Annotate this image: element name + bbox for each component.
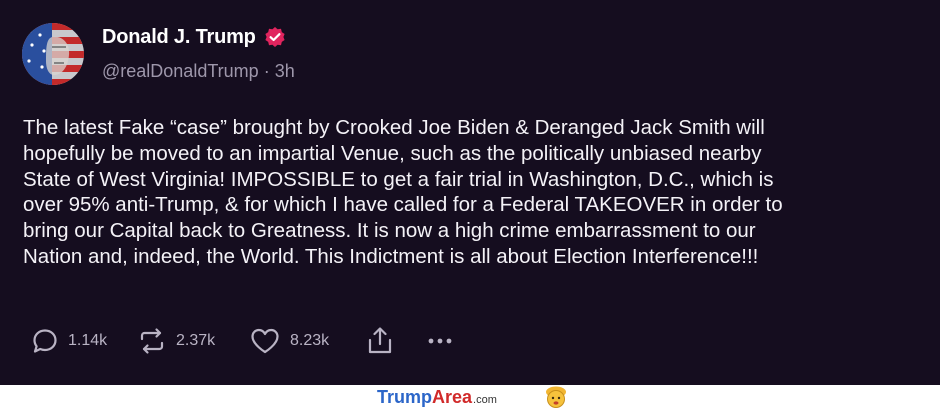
author-avatar[interactable]: [22, 23, 84, 85]
flag-portrait-icon: [22, 23, 84, 85]
post-body-line: The latest Fake “case” brought by Crooke…: [23, 116, 765, 139]
post-body-line: over 95% anti-Trump, & for which I have …: [23, 193, 783, 217]
reply-count: 1.14k: [68, 332, 108, 349]
share-icon: [368, 327, 392, 354]
like-count: 8.23k: [290, 332, 330, 349]
heart-icon: [251, 328, 279, 354]
reply-button[interactable]: 1.14k: [31, 326, 107, 356]
meta-separator: ·: [263, 61, 270, 81]
post-body: The latest Fake “case” brought by Crooke…: [23, 115, 923, 270]
post-body-line: hopefully be moved to an impartial Venue…: [23, 141, 762, 165]
post-body-line: State of West Virginia! IMPOSSIBLE to ge…: [23, 167, 774, 191]
watermark-brand: Trump Area .com: [377, 387, 497, 407]
like-button[interactable]: 8.23k: [249, 326, 329, 356]
share-button[interactable]: [366, 326, 394, 356]
post-card: Donald J. Trump @realDonaldTrump · 3h Th…: [0, 0, 940, 385]
mascot-face-icon: [544, 385, 568, 409]
watermark-brand-area: Area: [432, 387, 473, 407]
post-timestamp[interactable]: 3h: [275, 61, 295, 81]
watermark-brand-trump: Trump: [377, 387, 433, 407]
repost-count: 2.37k: [176, 332, 216, 349]
action-bar: 1.14k 2.37k 8.23k: [31, 326, 511, 356]
author-handle[interactable]: @realDonaldTrump: [102, 61, 259, 81]
repost-icon: [140, 328, 164, 354]
post-body-line: bring our Capital back to Greatness. It …: [23, 219, 756, 243]
more-icon: [428, 338, 452, 344]
repost-button[interactable]: 2.37k: [137, 326, 215, 356]
comment-icon: [33, 329, 57, 353]
author-name[interactable]: Donald J. Trump: [102, 26, 256, 49]
post-body-line: Nation and, indeed, the World. This Indi…: [23, 244, 759, 268]
author-row: Donald J. Trump: [102, 24, 286, 50]
handle-row: @realDonaldTrump · 3h: [102, 61, 295, 82]
verified-badge-icon: [264, 26, 286, 48]
more-button[interactable]: [425, 326, 455, 356]
watermark-brand-suffix: .com: [473, 394, 497, 406]
